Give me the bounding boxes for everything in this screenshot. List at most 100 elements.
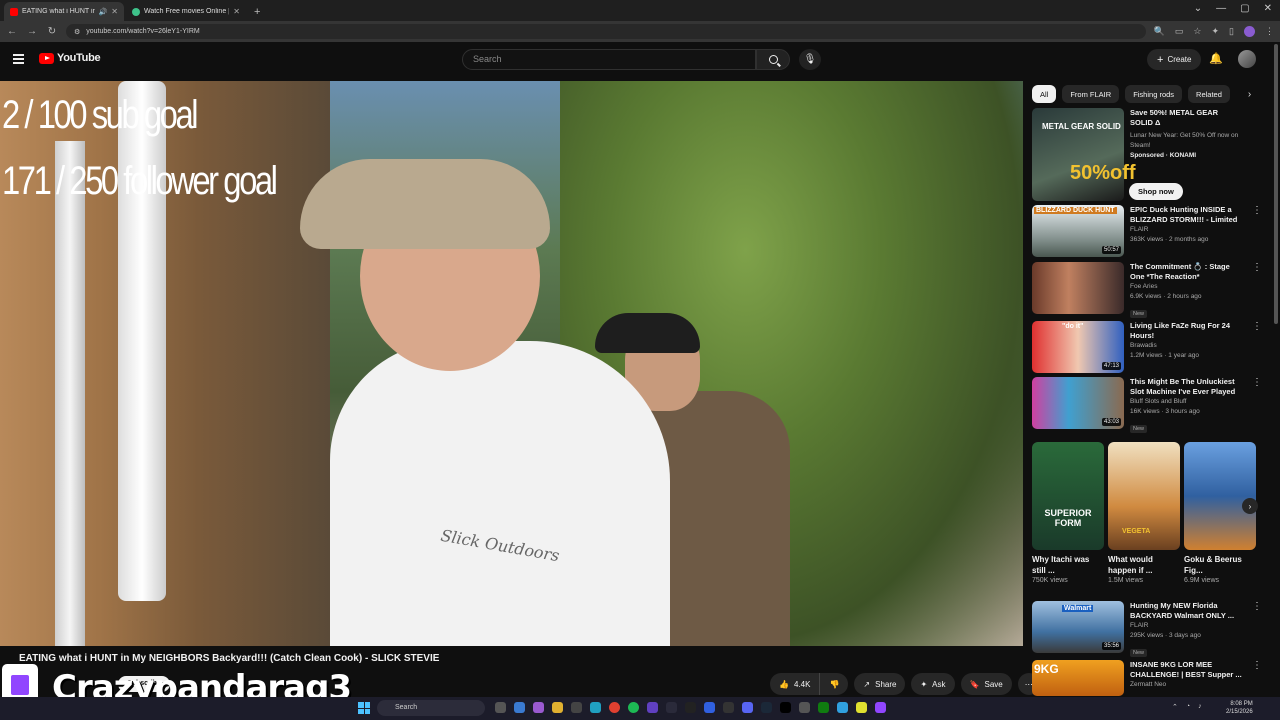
file-explorer-icon[interactable] (552, 702, 563, 713)
like-button[interactable]: 👍 4.4K (770, 673, 821, 695)
twitch-taskbar-icon[interactable] (875, 702, 886, 713)
task-view-icon[interactable] (495, 702, 506, 713)
save-button[interactable]: 🔖 Save (960, 673, 1012, 695)
more-vert-icon[interactable]: ⋮ (1252, 660, 1262, 671)
hamburger-menu-icon[interactable] (13, 54, 24, 64)
search-button[interactable] (756, 49, 790, 70)
short-item[interactable]: SUPERIOR FORM Why Itachi was still ... 7… (1032, 442, 1104, 584)
omnibox[interactable]: ⚙ youtube.com/watch?v=26leY1-YIRM (66, 24, 1146, 39)
short-title[interactable]: Why Itachi was still ... (1032, 554, 1104, 576)
rec-title[interactable]: Hunting My NEW Florida BACKYARD Walmart … (1130, 601, 1242, 621)
page-scrollbar[interactable] (1274, 44, 1278, 324)
sidepanel-icon[interactable]: ▯ (1229, 26, 1234, 37)
rec-channel[interactable]: Bluff Slots and Bluff (1130, 397, 1242, 407)
app-icon[interactable] (666, 702, 677, 713)
chrome-icon[interactable] (609, 702, 620, 713)
volume-icon[interactable]: ♪ (1198, 703, 1202, 711)
taskbar-search[interactable]: Search (377, 700, 485, 716)
chip-related[interactable]: Related (1188, 85, 1230, 103)
short-thumbnail[interactable]: SUPERIOR FORM (1032, 442, 1104, 550)
network-icon[interactable]: ◔ (1186, 703, 1190, 711)
tab-inactive[interactable]: Watch Free movies Online | 123 ✕ (126, 2, 246, 21)
short-thumbnail[interactable] (1184, 442, 1256, 550)
short-item[interactable]: VEGETA What would happen if ... 1.5M vie… (1108, 442, 1180, 584)
chip-all[interactable]: All (1032, 85, 1057, 103)
edge-icon[interactable] (590, 702, 601, 713)
close-tab-icon[interactable]: ✕ (111, 7, 118, 16)
new-tab-icon[interactable]: + (254, 6, 260, 18)
video-thumbnail[interactable]: 43:03 (1032, 377, 1124, 429)
rec-channel[interactable]: Brawadis (1130, 341, 1242, 351)
app-icon[interactable] (647, 702, 658, 713)
cast-icon[interactable]: ▭ (1175, 26, 1184, 37)
more-vert-icon[interactable]: ⋮ (1252, 262, 1262, 273)
video-thumbnail[interactable]: 9KG (1032, 660, 1124, 696)
tab-search-icon[interactable]: ⌄ (1194, 3, 1202, 14)
rec-title[interactable]: EPIC Duck Hunting INSIDE a BLIZZARD STOR… (1130, 205, 1242, 225)
rec-channel[interactable]: Foe Aries (1130, 282, 1242, 292)
extension-icon[interactable]: ✦ (1212, 26, 1220, 37)
chevron-right-icon[interactable]: › (1248, 89, 1251, 100)
bookmark-star-icon[interactable]: ☆ (1193, 26, 1201, 37)
reload-icon[interactable]: ↻ (46, 26, 58, 37)
app-icon[interactable] (837, 702, 848, 713)
shop-now-button[interactable]: Shop now (1129, 183, 1183, 200)
speaker-icon[interactable]: 🔊 (99, 8, 108, 16)
more-vert-icon[interactable]: ⋮ (1252, 205, 1262, 216)
zoom-icon[interactable]: 🔍 (1154, 26, 1165, 37)
video-thumbnail[interactable] (1032, 262, 1124, 314)
notifications-bell-icon[interactable]: 🔔 (1209, 52, 1223, 65)
browser-menu-icon[interactable]: ⋮ (1265, 26, 1274, 37)
terminal-icon[interactable] (723, 702, 734, 713)
minimize-icon[interactable]: — (1216, 3, 1226, 14)
list-item[interactable]: BLIZZARD DUCK HUNT 50:57 EPIC Duck Hunti… (1032, 205, 1262, 257)
close-window-icon[interactable]: ✕ (1264, 3, 1272, 14)
close-tab-icon[interactable]: ✕ (233, 7, 240, 16)
app-icon[interactable] (799, 702, 810, 713)
video-thumbnail[interactable]: Walmart 35:56 (1032, 601, 1124, 653)
chip-from-flair[interactable]: From FLAIR (1062, 85, 1120, 103)
dislike-button[interactable]: 👎 (820, 673, 849, 695)
app-icon[interactable] (704, 702, 715, 713)
rec-channel[interactable]: FLAIR (1130, 225, 1242, 235)
spotify-icon[interactable] (628, 702, 639, 713)
tray-chevron-icon[interactable]: ⌃ (1172, 703, 1178, 711)
rec-title[interactable]: The Commitment 💍 : Stage One *The Reacti… (1130, 262, 1242, 282)
app-icon[interactable] (818, 702, 829, 713)
video-player[interactable]: Slick Outdoors 2 / 100 sub goal 171 / 25… (0, 81, 1023, 646)
create-button[interactable]: + Create (1147, 49, 1202, 70)
back-icon[interactable]: ← (6, 26, 18, 37)
rec-channel[interactable]: FLAIR (1130, 621, 1242, 631)
app-icon[interactable] (780, 702, 791, 713)
chip-fishing-rods[interactable]: Fishing rods (1125, 85, 1183, 103)
youtube-logo[interactable]: YouTube (39, 52, 101, 64)
tab-active[interactable]: EATING what i HUNT in My 🔊 ✕ (4, 2, 124, 21)
windows-start-icon[interactable] (358, 702, 370, 714)
maximize-icon[interactable]: ▢ (1240, 3, 1249, 14)
profile-avatar-icon[interactable] (1244, 26, 1255, 37)
copilot-icon[interactable] (533, 702, 544, 713)
rec-title[interactable]: This Might Be The Unluckiest Slot Machin… (1130, 377, 1242, 397)
list-item[interactable]: "do it" 47:13 Living Like FaZe Rug For 2… (1032, 321, 1262, 373)
discord-icon[interactable] (742, 702, 753, 713)
app-icon[interactable] (856, 702, 867, 713)
list-item[interactable]: The Commitment 💍 : Stage One *The Reacti… (1032, 262, 1262, 320)
share-button[interactable]: ↗ Share (854, 673, 906, 695)
video-thumbnail[interactable]: "do it" 47:13 (1032, 321, 1124, 373)
list-item[interactable]: 9KG INSANE 9KG LOR MEE CHALLENGE! | BEST… (1032, 660, 1262, 696)
more-vert-icon[interactable]: ⋮ (1252, 321, 1262, 332)
rec-channel[interactable]: Zermatt Neo (1130, 680, 1242, 690)
short-title[interactable]: Goku & Beerus Fig... (1184, 554, 1256, 576)
list-item[interactable]: Walmart 35:56 Hunting My NEW Florida BAC… (1032, 601, 1262, 659)
rec-title[interactable]: Save 50%! METAL GEAR SOLID Δ (1130, 108, 1242, 128)
more-vert-icon[interactable]: ⋮ (1252, 601, 1262, 612)
short-thumbnail[interactable]: VEGETA (1108, 442, 1180, 550)
video-thumbnail[interactable]: BLIZZARD DUCK HUNT 50:57 (1032, 205, 1124, 257)
widgets-icon[interactable] (514, 702, 525, 713)
rec-title[interactable]: INSANE 9KG LOR MEE CHALLENGE! | BEST Sup… (1130, 660, 1242, 680)
list-item[interactable]: 43:03 This Might Be The Unluckiest Slot … (1032, 377, 1262, 435)
voice-search-button[interactable]: 🎙 (799, 49, 821, 70)
more-vert-icon[interactable]: ⋮ (1252, 377, 1262, 388)
rec-title[interactable]: Living Like FaZe Rug For 24 Hours! (1130, 321, 1242, 341)
site-info-icon[interactable]: ⚙ (74, 28, 80, 36)
